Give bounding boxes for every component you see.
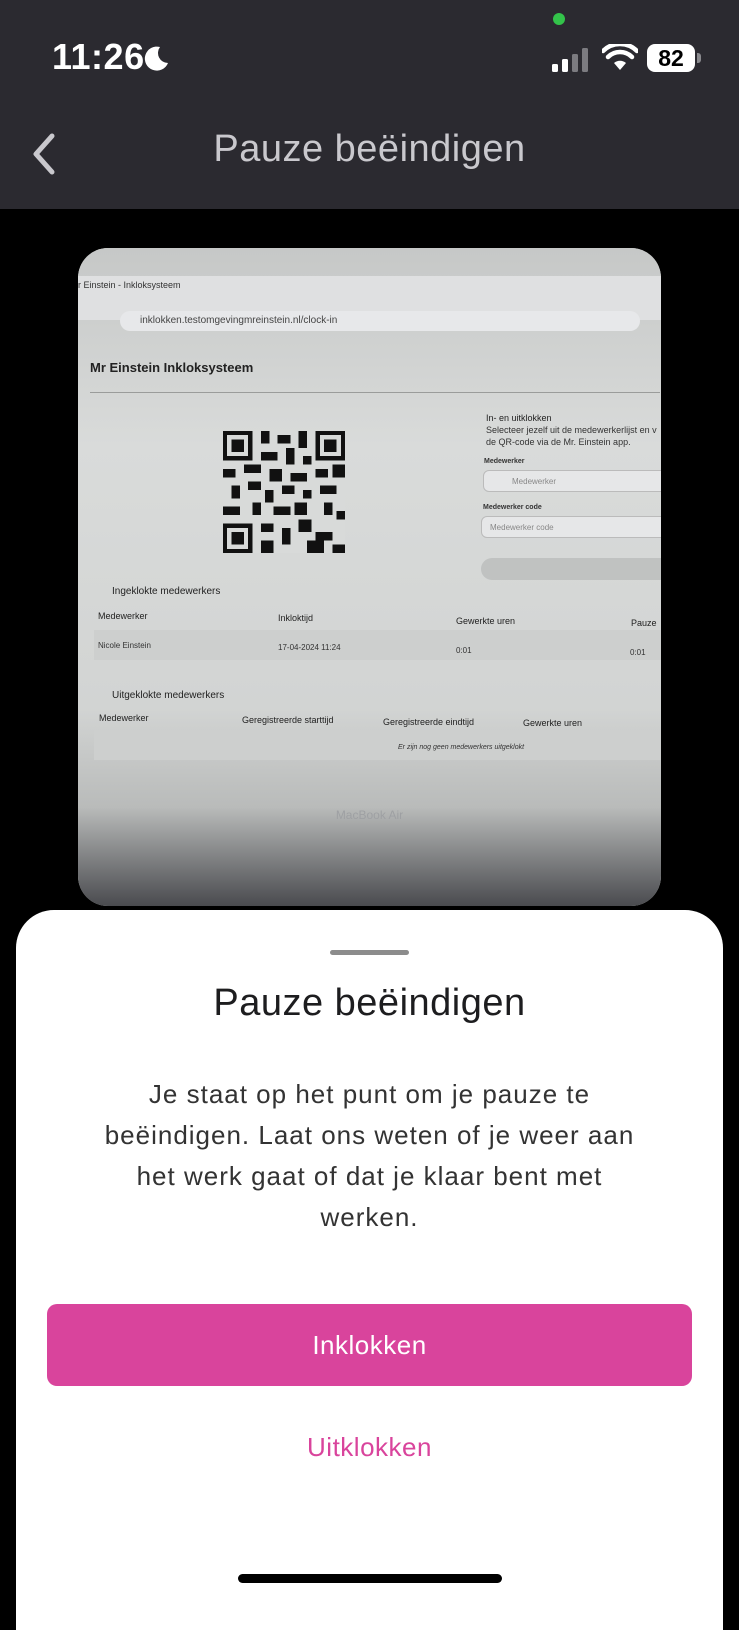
- employee-label: Medewerker: [484, 458, 525, 465]
- battery-icon: 82: [647, 44, 701, 72]
- clock-in-button[interactable]: Inklokken: [47, 1304, 692, 1386]
- clocked-in-title: Ingeklokte medewerkers: [112, 586, 221, 597]
- battery-level: 82: [647, 44, 695, 72]
- table-cell: 0:01: [630, 648, 646, 657]
- sheet-message: Je staat op het punt om je pauze te beëi…: [104, 1079, 635, 1232]
- clocked-out-title: Uitgeklokte medewerkers: [112, 690, 225, 701]
- inout-title: In- en uitklokken: [486, 413, 552, 423]
- home-indicator[interactable]: [238, 1574, 502, 1583]
- sheet-grabber[interactable]: [330, 950, 409, 955]
- employee-field: Medewerker: [483, 470, 661, 492]
- table-cell: 17-04-2024 11:24: [278, 643, 341, 652]
- screen-submit-button: [481, 558, 661, 580]
- code-label: Medewerker code: [483, 504, 542, 511]
- wifi-icon: [602, 44, 638, 70]
- col-header: Gewerkte uren: [456, 616, 516, 626]
- col-header: Medewerker: [98, 611, 148, 621]
- nav-title: Pauze beëindigen: [213, 128, 526, 170]
- col-header: Geregistreerde eindtijd: [383, 717, 475, 727]
- moon-icon: [144, 46, 168, 71]
- col-header: Geregistreerde starttijd: [242, 715, 334, 725]
- qr-code: [223, 431, 345, 553]
- camera-in-use-indicator: [553, 13, 565, 25]
- col-header: Gewerkte uren: [523, 718, 583, 728]
- table-cell: 0:01: [456, 646, 472, 655]
- code-field: Medewerker code: [481, 516, 661, 538]
- sheet-title: Pauze beëindigen: [213, 982, 526, 1024]
- col-header: Pauze: [631, 618, 657, 628]
- cellular-signal-icon: [552, 48, 588, 72]
- empty-table-message: Er zijn nog geen medewerkers uitgeklokt: [398, 744, 525, 751]
- table-cell: Nicole Einstein: [98, 641, 151, 650]
- col-header: Inkloktijd: [278, 613, 314, 623]
- status-time: 11:26: [52, 36, 145, 77]
- laptop-label: MacBook Air: [335, 808, 404, 822]
- bottom-sheet: Pauze beëindigen Je staat op het punt om…: [16, 910, 723, 1630]
- browser-tab: r Einstein - Inkloksysteem: [78, 280, 181, 290]
- col-header: Medewerker: [99, 713, 149, 723]
- clock-out-button[interactable]: Uitklokken: [16, 1424, 723, 1470]
- inout-description: Selecteer jezelf uit de medewerkerlijst …: [486, 425, 657, 447]
- camera-viewfinder: r Einstein - Inkloksysteem inklokken.tes…: [78, 248, 661, 906]
- browser-url: inklokken.testomgevingmreinstein.nl/cloc…: [120, 311, 640, 331]
- top-bar: 11:26 82 Pauze beëindigen: [0, 0, 739, 209]
- screen-page-title: Mr Einstein Inkloksysteem: [90, 360, 254, 375]
